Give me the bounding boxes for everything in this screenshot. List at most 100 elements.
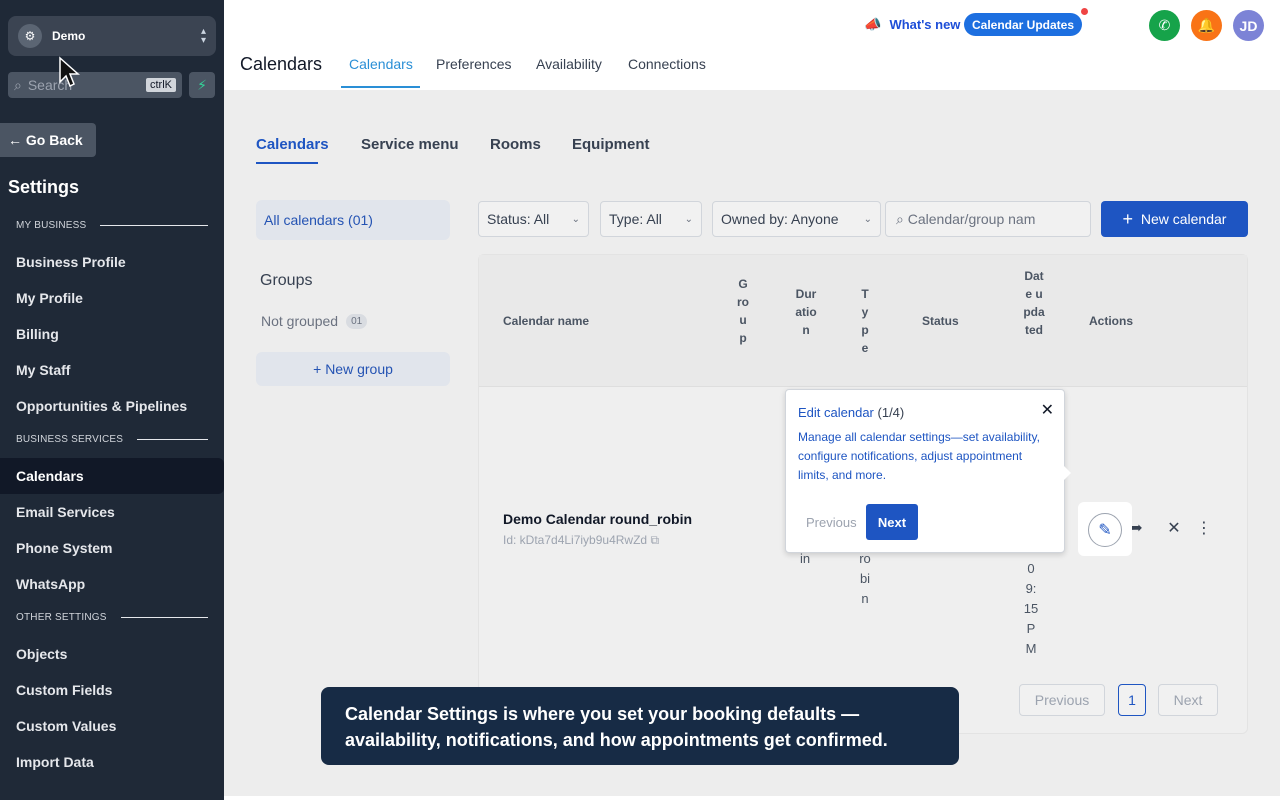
owned-by-filter[interactable]: Owned by: Anyone ⌄: [712, 201, 881, 237]
sidebar-item-whatsapp[interactable]: WhatsApp: [0, 566, 224, 602]
phone-button[interactable]: ✆: [1149, 10, 1180, 41]
calendar-updates-pill[interactable]: Calendar Updates: [964, 13, 1083, 36]
calendar-id-text: Id: kDta7d4Li7iyb9u4RwZd: [503, 533, 648, 547]
calendar-row-id: Id: kDta7d4Li7iyb9u4RwZd ⧉: [503, 533, 659, 548]
chevron-updown-icon: ▴ ▾: [200, 26, 206, 46]
pagination-next[interactable]: Next: [1158, 684, 1218, 716]
sidebar-search[interactable]: ⌕ Search ctrlK: [8, 72, 182, 98]
popover-title-text: Edit calendar: [798, 405, 874, 420]
status-filter[interactable]: Status: All ⌄: [478, 201, 589, 237]
col-group: Group: [737, 277, 749, 345]
calendar-row-name[interactable]: Demo Calendar round_robin: [503, 511, 692, 527]
new-calendar-label: New calendar: [1140, 211, 1227, 227]
new-calendar-button[interactable]: + New calendar: [1101, 201, 1248, 237]
sidebar-item-custom-values[interactable]: Custom Values: [0, 708, 224, 744]
sidebar-item-calendars[interactable]: Calendars: [0, 458, 224, 494]
subtab-equipment[interactable]: Equipment: [572, 136, 650, 153]
quick-action-button[interactable]: ⚡: [189, 72, 215, 98]
plus-icon: +: [313, 361, 322, 377]
col-actions: Actions: [1089, 314, 1134, 328]
top-bar: Calendars Calendars Preferences Availabi…: [224, 0, 1280, 90]
sidebar-item-opportunities[interactable]: Opportunities & Pipelines: [0, 388, 224, 424]
section-other-settings: OTHER SETTINGS: [16, 612, 208, 623]
sidebar-item-phone-system[interactable]: Phone System: [0, 530, 224, 566]
popover-step: (1/4): [877, 405, 905, 420]
tab-availability[interactable]: Availability: [536, 56, 602, 72]
subtab-rooms[interactable]: Rooms: [490, 136, 541, 153]
col-calendar-name: Calendar name: [503, 314, 590, 328]
date-updated-cell: 09:15PM: [1023, 561, 1039, 656]
account-name: Demo: [52, 29, 86, 43]
pagination-page-1[interactable]: 1: [1118, 684, 1146, 716]
col-date-updated: Date updated: [1023, 269, 1045, 337]
go-back-button[interactable]: ← Go Back: [0, 123, 96, 157]
popover-title: Edit calendar (1/4): [798, 405, 904, 420]
sidebar-item-my-staff[interactable]: My Staff: [0, 352, 224, 388]
new-group-button[interactable]: + New group: [256, 352, 450, 386]
arrow-left-icon: ←: [8, 132, 22, 148]
bell-icon: 🔔: [1197, 17, 1216, 33]
tab-calendars[interactable]: Calendars: [349, 56, 413, 72]
notifications-button[interactable]: 🔔: [1191, 10, 1222, 41]
subtab-calendars[interactable]: Calendars: [256, 136, 329, 153]
sidebar-item-business-profile[interactable]: Business Profile: [0, 244, 224, 280]
popover-next-button[interactable]: Next: [866, 504, 918, 540]
tour-popover: Edit calendar (1/4) ✕ Manage all calenda…: [785, 389, 1065, 553]
notification-dot: [1081, 8, 1088, 15]
megaphone-icon: 📣: [864, 16, 882, 32]
popover-arrow: [1064, 466, 1071, 480]
col-type: Type: [861, 287, 869, 355]
calendar-search-input[interactable]: ⌕ Calendar/group nam: [885, 201, 1091, 237]
more-options-icon[interactable]: ⋮: [1189, 513, 1219, 543]
active-tab-underline: [341, 86, 420, 88]
account-switcher[interactable]: ⚙ Demo ▴ ▾: [8, 16, 216, 56]
sidebar-item-objects[interactable]: Objects: [0, 636, 224, 672]
close-icon[interactable]: ✕: [1041, 400, 1054, 420]
col-duration: Duration: [795, 287, 817, 337]
lightning-icon: ⚡: [197, 76, 207, 93]
sidebar-item-import-data[interactable]: Import Data: [0, 744, 224, 780]
chevron-down-icon: ⌄: [571, 213, 580, 225]
section-my-business: MY BUSINESS: [16, 220, 208, 231]
sidebar: ⚙ Demo ▴ ▾ ⌕ Search ctrlK ⚡ ← Go Back Set…: [0, 0, 224, 800]
type-cell: robin: [859, 551, 871, 606]
section-business-services: BUSINESS SERVICES: [16, 434, 208, 445]
search-icon: ⌕: [14, 76, 22, 93]
go-back-label: Go Back: [25, 132, 83, 148]
popover-previous-button[interactable]: Previous: [806, 515, 857, 530]
search-icon: ⌕: [896, 210, 904, 227]
page-title: Calendars: [240, 54, 323, 74]
status-filter-label: Status: All: [487, 211, 550, 227]
tools-icon[interactable]: ✕: [1159, 513, 1189, 543]
active-subtab-underline: [256, 162, 318, 164]
all-calendars-filter[interactable]: All calendars (01): [256, 200, 450, 240]
chevron-down-icon: ⌄: [863, 213, 872, 225]
plus-icon: +: [1122, 208, 1134, 229]
sidebar-item-custom-fields[interactable]: Custom Fields: [0, 672, 224, 708]
tutorial-caption: Calendar Settings is where you set your …: [321, 687, 959, 765]
pagination-previous[interactable]: Previous: [1019, 684, 1105, 716]
subtab-service-menu[interactable]: Service menu: [361, 136, 459, 153]
mouse-cursor-icon: [59, 56, 80, 88]
tab-preferences[interactable]: Preferences: [436, 56, 511, 72]
not-grouped-label: Not grouped: [261, 313, 339, 329]
phone-icon: ✆: [1158, 17, 1171, 33]
whats-new-link[interactable]: 📣 What's new: [864, 16, 960, 33]
not-grouped-count: 01: [346, 313, 368, 329]
row-actions: ➦ ✕ ⋮: [1121, 513, 1219, 543]
sidebar-item-billing[interactable]: Billing: [0, 316, 224, 352]
account-logo-icon: ⚙: [18, 24, 42, 48]
edit-calendar-button[interactable]: ✎: [1088, 513, 1122, 547]
table-header: Calendar name Group Duration Type Status…: [479, 255, 1247, 387]
sidebar-item-my-profile[interactable]: My Profile: [0, 280, 224, 316]
type-filter[interactable]: Type: All ⌄: [600, 201, 702, 237]
sidebar-item-email-services[interactable]: Email Services: [0, 494, 224, 530]
calendar-search-placeholder: Calendar/group nam: [907, 211, 1036, 227]
settings-title: Settings: [8, 177, 80, 197]
search-placeholder: Search: [27, 77, 73, 93]
avatar[interactable]: JD: [1233, 10, 1264, 41]
copy-icon[interactable]: ⧉: [650, 533, 659, 547]
not-grouped-item[interactable]: Not grouped 01: [261, 313, 368, 329]
owned-by-filter-label: Owned by: Anyone: [721, 211, 839, 227]
tab-connections[interactable]: Connections: [628, 56, 706, 72]
